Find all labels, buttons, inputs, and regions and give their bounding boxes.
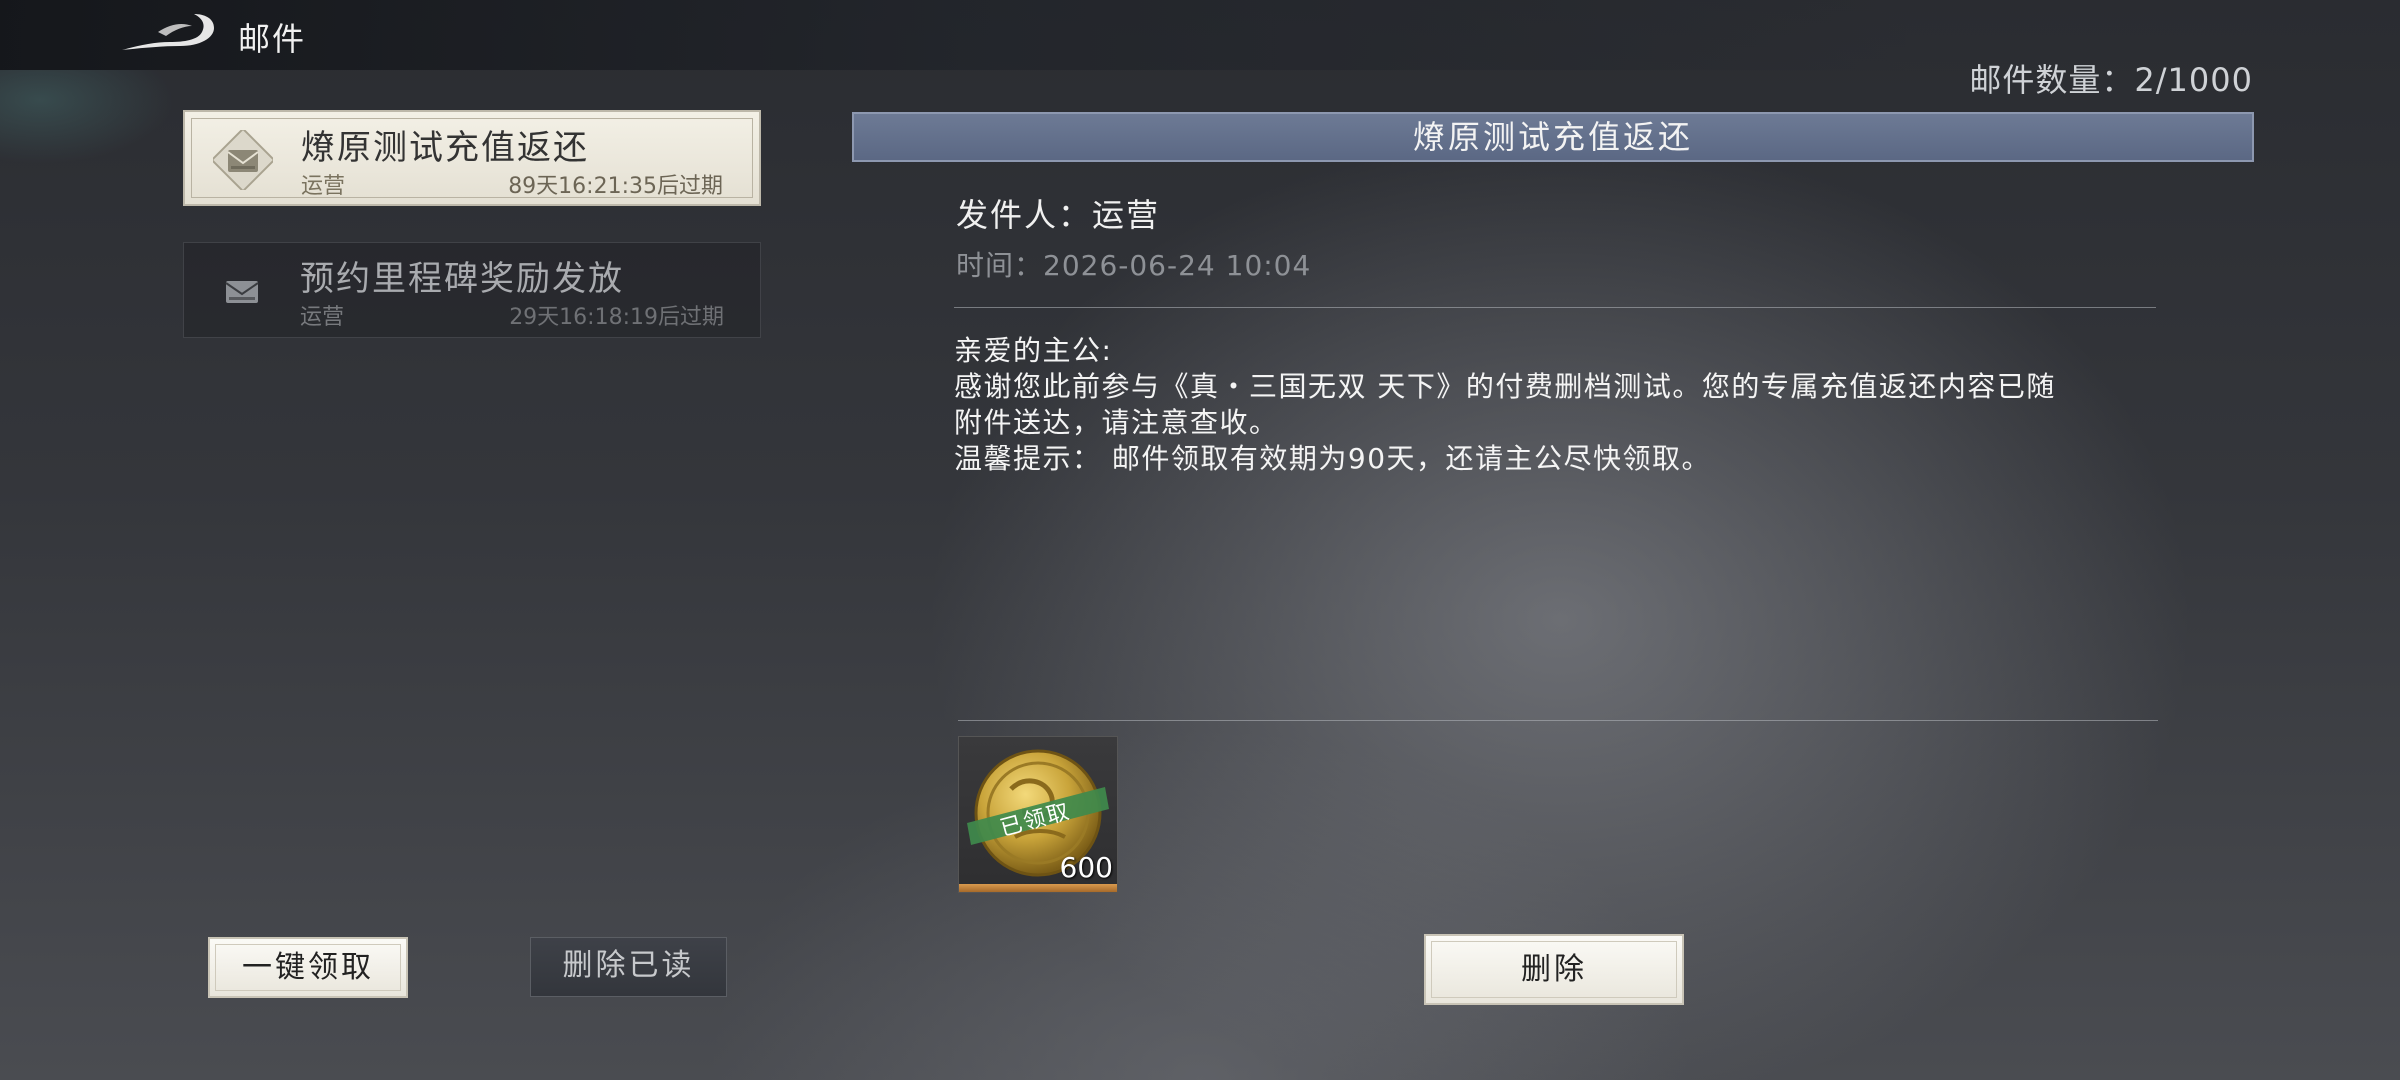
mail-expiry: 89天16:21:35后过期 bbox=[508, 174, 723, 199]
claim-all-label: 一键领取 bbox=[242, 950, 374, 985]
mail-envelope-icon bbox=[212, 261, 272, 321]
mail-count: 邮件数量：2/1000 bbox=[1969, 61, 2253, 99]
mail-list-item[interactable]: 燎原测试充值返还 运营 89天16:21:35后过期 bbox=[183, 110, 761, 206]
mail-detail-sender: 发件人：运营 bbox=[956, 196, 1161, 234]
mail-list-item[interactable]: 预约里程碑奖励发放 运营 29天16:18:19后过期 bbox=[183, 242, 761, 338]
mail-body: 亲爱的主公: 感谢您此前参与《真・三国无双 天下》的付费删档测试。您的专属充值返… bbox=[954, 333, 2164, 477]
decorative-pattern bbox=[0, 70, 200, 190]
mail-sender: 运营 bbox=[300, 305, 345, 330]
page-title: 邮件 bbox=[238, 20, 307, 58]
delete-read-label: 删除已读 bbox=[562, 948, 695, 983]
mail-expiry: 29天16:18:19后过期 bbox=[509, 305, 724, 330]
mail-detail-title-bar: 燎原测试充值返还 bbox=[852, 112, 2254, 162]
back-button[interactable] bbox=[118, 10, 218, 58]
mail-body-line: 附件送达，请注意查收。 bbox=[954, 406, 1279, 439]
attachment-quantity: 600 bbox=[1059, 851, 1113, 884]
delete-read-button[interactable]: 删除已读 bbox=[530, 937, 727, 997]
delete-button[interactable]: 删除 bbox=[1424, 934, 1684, 1005]
mail-subject: 燎原测试充值返还 bbox=[301, 128, 589, 168]
back-arrow-icon bbox=[122, 14, 214, 50]
mail-body-line: 亲爱的主公: bbox=[954, 334, 1113, 367]
mail-body-line: 温馨提示： 邮件领取有效期为90天，还请主公尽快领取。 bbox=[954, 442, 1712, 475]
mail-sender: 运营 bbox=[301, 174, 346, 199]
mail-envelope-icon bbox=[210, 127, 276, 193]
divider bbox=[954, 307, 2156, 308]
mail-detail-time: 时间：2026-06-24 10:04 bbox=[956, 249, 1312, 282]
delete-label: 删除 bbox=[1521, 952, 1587, 987]
rarity-bar bbox=[959, 884, 1117, 892]
divider bbox=[958, 720, 2158, 721]
attachment-item[interactable]: 已领取 600 bbox=[958, 736, 1118, 893]
claim-all-button[interactable]: 一键领取 bbox=[208, 937, 408, 998]
mail-subject: 预约里程碑奖励发放 bbox=[300, 259, 624, 299]
mail-detail-title: 燎原测试充值返还 bbox=[1412, 118, 1693, 156]
mail-body-line: 感谢您此前参与《真・三国无双 天下》的付费删档测试。您的专属充值返还内容已随 bbox=[954, 370, 2056, 403]
